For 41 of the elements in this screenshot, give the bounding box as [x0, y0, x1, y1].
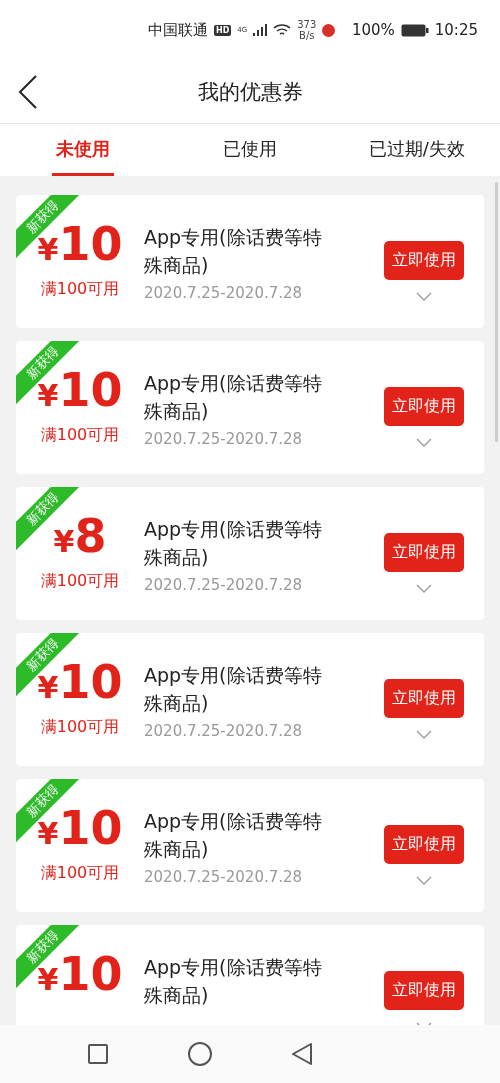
speed-value: 373 — [297, 19, 317, 30]
back-nav-icon[interactable] — [292, 1043, 312, 1065]
battery-icon — [400, 23, 429, 37]
coupon-condition: 满100可用 — [40, 863, 120, 884]
use-now-button[interactable]: 立即使用 — [384, 825, 464, 864]
wifi-icon — [273, 23, 292, 37]
coupon-dates: 2020.7.25-2020.7.28 — [144, 576, 304, 594]
speed-unit: B/s — [299, 30, 315, 41]
coupon-condition: 满100可用 — [40, 279, 120, 300]
app-notification-icon — [322, 23, 336, 37]
clock-time: 10:25 — [434, 21, 478, 39]
use-now-button[interactable]: 立即使用 — [384, 679, 464, 718]
tab[interactable]: 已使用 — [219, 124, 281, 176]
coupon-title: App专用(除话费等特殊商品) — [144, 955, 323, 1008]
hd-label: HD — [214, 24, 232, 36]
coupon-condition: 满100可用 — [40, 717, 120, 738]
signal-icon — [253, 24, 268, 36]
use-now-button[interactable]: 立即使用 — [384, 533, 464, 572]
coupon-title: App专用(除话费等特殊商品) — [144, 663, 323, 716]
back-icon[interactable] — [18, 75, 38, 109]
coupon-dates: 2020.7.25-2020.7.28 — [144, 430, 304, 448]
coupon-title: App专用(除话费等特殊商品) — [144, 517, 323, 570]
page-title: 我的优惠券 — [197, 78, 303, 106]
home-icon[interactable] — [188, 1042, 212, 1066]
use-now-button[interactable]: 立即使用 — [384, 241, 464, 280]
coupon-dates: 2020.7.25-2020.7.28 — [144, 284, 304, 302]
tab[interactable]: 已过期/失效 — [364, 124, 469, 176]
use-now-button[interactable]: 立即使用 — [384, 971, 464, 1010]
coupon-title: App专用(除话费等特殊商品) — [144, 809, 323, 862]
use-now-button[interactable]: 立即使用 — [384, 387, 464, 426]
carrier-name: 中国联通 — [148, 20, 208, 40]
coupon-title: App专用(除话费等特殊商品) — [144, 225, 323, 278]
battery-percent: 100% — [351, 21, 395, 39]
coupon-amount: ¥8 — [53, 509, 107, 565]
tab[interactable]: 未使用 — [52, 124, 115, 176]
coupon-condition: 满100可用 — [40, 425, 120, 446]
coupon-dates: 2020.7.25-2020.7.28 — [144, 722, 304, 740]
recent-apps-icon[interactable] — [88, 1044, 108, 1064]
coupon-title: App专用(除话费等特殊商品) — [144, 371, 323, 424]
coupon-condition: 满100可用 — [40, 571, 120, 592]
coupon-dates: 2020.7.25-2020.7.28 — [144, 868, 304, 886]
